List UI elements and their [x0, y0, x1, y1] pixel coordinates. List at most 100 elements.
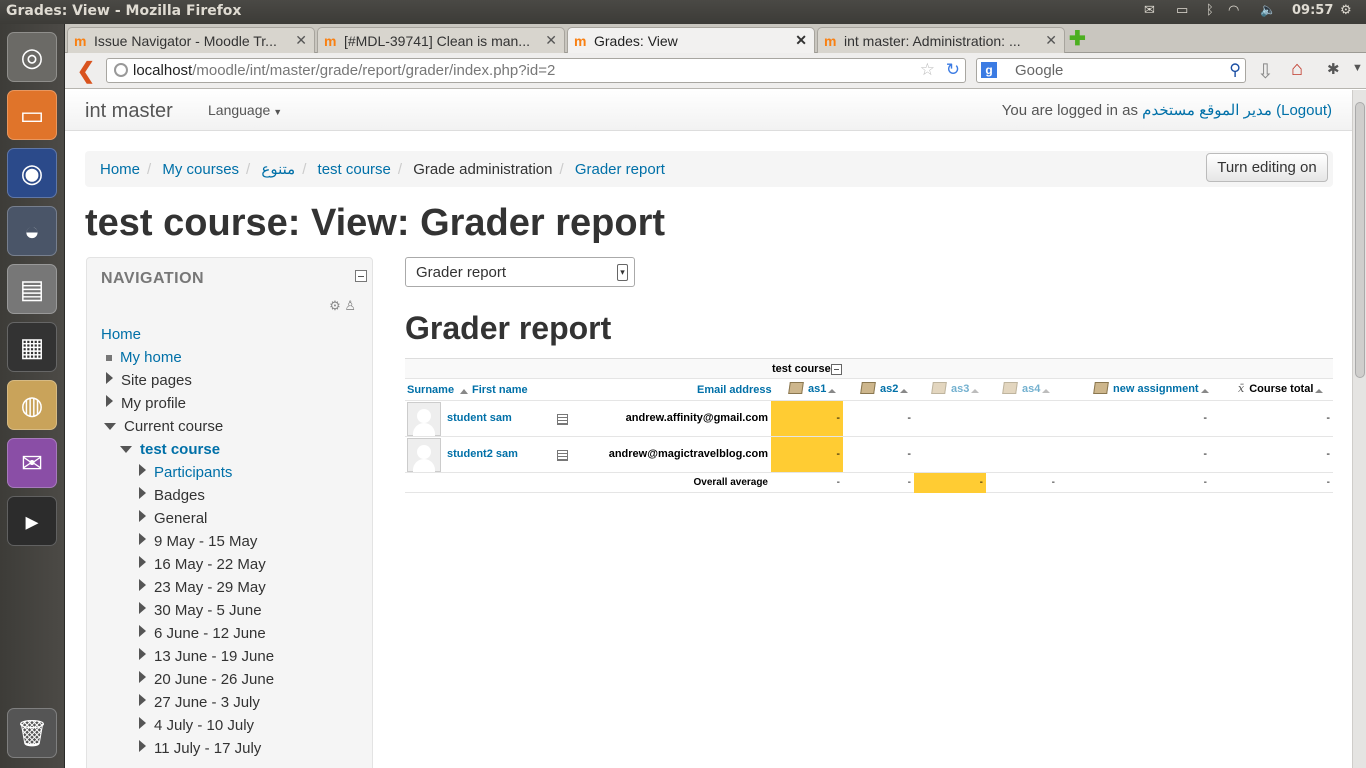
nav-section[interactable]: 4 July - 10 July [139, 717, 254, 734]
avatar[interactable] [407, 402, 441, 436]
firstname-header[interactable]: First name [472, 384, 528, 396]
nav-participants[interactable]: Participants [139, 464, 232, 481]
course-total-header[interactable]: x̄ Course total [1238, 382, 1324, 395]
nav-section[interactable]: 11 July - 17 July [139, 740, 261, 757]
battery-icon[interactable]: ▭ [1176, 3, 1188, 18]
back-icon[interactable]: ❮ [73, 58, 99, 84]
address-bar[interactable]: localhost/moodle/int/master/grade/report… [106, 58, 966, 83]
nav-section[interactable]: 6 June - 12 June [139, 625, 266, 642]
drive-icon[interactable]: ▤ [7, 264, 57, 314]
reload-icon[interactable]: ↻ [946, 60, 960, 80]
nav-section[interactable]: 9 May - 15 May [139, 533, 257, 550]
collapse-category-icon[interactable] [831, 364, 842, 375]
avatar[interactable] [407, 438, 441, 472]
volume-icon[interactable]: 🔈 [1260, 3, 1276, 18]
as3-header[interactable]: as3 [931, 382, 980, 395]
tab-issue-navigator[interactable]: m Issue Navigator - Moodle Tr... ✕ [67, 27, 315, 53]
home-icon[interactable]: ⌂ [1291, 58, 1303, 81]
firefox-icon[interactable]: ◉ [7, 148, 57, 198]
course-total-cell[interactable]: - [1210, 401, 1333, 436]
grade-cell[interactable]: - [771, 437, 843, 472]
chrome-icon[interactable]: ◍ [7, 380, 57, 430]
student-name[interactable]: student2 sam [447, 448, 518, 460]
new-tab-icon[interactable]: ✚ [1069, 29, 1091, 49]
surname-header[interactable]: Surname [407, 384, 469, 396]
nav-badges[interactable]: Badges [139, 487, 205, 504]
nav-section[interactable]: 13 June - 19 June [139, 648, 274, 665]
nav-section[interactable]: 20 June - 26 June [139, 671, 274, 688]
breadcrumb-course[interactable]: test course [318, 161, 391, 178]
workspace-icon[interactable]: ▦ [7, 322, 57, 372]
ubuntu-dash-icon[interactable]: ◎ [7, 32, 57, 82]
student-name[interactable]: student sam [447, 412, 512, 424]
dock-icon[interactable]: ♙ [344, 298, 356, 313]
tab-admin[interactable]: m int master: Administration: ... ✕ [817, 27, 1065, 53]
site-brand[interactable]: int master [85, 100, 173, 123]
grade-cell[interactable] [914, 401, 986, 436]
pidgin-icon[interactable]: ✉ [7, 438, 57, 488]
language-menu[interactable]: Language ▼ [208, 102, 282, 118]
close-tab-icon[interactable]: ✕ [295, 32, 307, 49]
nav-my-profile[interactable]: My profile [106, 395, 186, 412]
nav-section[interactable]: 27 June - 3 July [139, 694, 260, 711]
logout-link[interactable]: (Logout) [1276, 102, 1332, 119]
power-icon[interactable]: ⚙ [1340, 3, 1352, 18]
close-tab-icon[interactable]: ✕ [545, 32, 557, 49]
gear-icon[interactable]: ⚙ [329, 298, 341, 313]
nav-home[interactable]: Home [101, 326, 141, 343]
grade-cell[interactable]: - [771, 401, 843, 436]
grade-cell[interactable] [986, 437, 1058, 472]
disk-usage-icon[interactable]: ◒ [7, 206, 57, 256]
bluetooth-icon[interactable]: ᛒ [1206, 3, 1214, 18]
menu-chevron-icon[interactable]: ▼ [1352, 62, 1363, 74]
clock[interactable]: 09:57 [1292, 3, 1333, 18]
tab-mdl-39741[interactable]: m [#MDL-39741] Clean is man... ✕ [317, 27, 565, 53]
page-scrollbar[interactable] [1352, 90, 1366, 768]
report-select[interactable]: Grader report ▾ [405, 257, 635, 287]
turn-editing-on-button[interactable]: Turn editing on [1206, 153, 1328, 182]
files-icon[interactable]: ▭ [7, 90, 57, 140]
nav-my-home[interactable]: My home [120, 349, 182, 366]
nav-section[interactable]: General [139, 510, 207, 527]
terminal-icon[interactable]: ▸ [7, 496, 57, 546]
bookmark-star-icon[interactable]: ☆ [920, 60, 935, 80]
trash-icon[interactable]: 🗑 [7, 708, 57, 758]
grade-cell[interactable]: - [843, 437, 914, 472]
tab-grades-view[interactable]: m Grades: View ✕ [567, 27, 815, 54]
user-report-icon[interactable] [557, 450, 568, 461]
as4-header[interactable]: as4 [1002, 382, 1051, 395]
wifi-icon[interactable]: ◠ [1228, 3, 1239, 18]
mail-icon[interactable]: ✉ [1144, 3, 1155, 18]
downloads-icon[interactable]: ⇩ [1257, 59, 1274, 84]
as2-header[interactable]: as2 [860, 382, 909, 395]
breadcrumb-grader-report[interactable]: Grader report [575, 161, 665, 178]
new-assignment-header[interactable]: new assignment [1093, 382, 1209, 395]
grade-cell[interactable] [986, 401, 1058, 436]
as1-header[interactable]: as1 [788, 382, 837, 395]
nav-current-course[interactable]: Current course [104, 418, 223, 435]
nav-section[interactable]: 30 May - 5 June [139, 602, 262, 619]
course-total-cell[interactable]: - [1210, 437, 1333, 472]
grade-cell[interactable]: - [1058, 401, 1210, 436]
search-icon[interactable]: ⚲ [1229, 60, 1241, 80]
grade-cell[interactable]: - [1058, 437, 1210, 472]
breadcrumb-category[interactable]: متنوع [261, 161, 295, 178]
addon-icon[interactable]: ✱ [1327, 60, 1340, 78]
close-tab-icon[interactable]: ✕ [795, 32, 807, 49]
search-field[interactable]: g Google ⚲ [976, 58, 1246, 83]
user-report-icon[interactable] [557, 414, 568, 425]
grade-cell[interactable]: - [843, 401, 914, 436]
email-header[interactable]: Email address [697, 384, 772, 396]
scrollbar-thumb[interactable] [1355, 102, 1365, 378]
nav-section[interactable]: 16 May - 22 May [139, 556, 266, 573]
nav-section[interactable]: 23 May - 29 May [139, 579, 266, 596]
user-profile-link[interactable]: مدير الموقع مستخدم [1142, 102, 1272, 119]
nav-site-pages[interactable]: Site pages [106, 372, 192, 389]
expand-icon [139, 671, 146, 683]
collapse-block-icon[interactable] [355, 270, 367, 282]
breadcrumb-home[interactable]: Home [100, 161, 140, 178]
close-tab-icon[interactable]: ✕ [1045, 32, 1057, 49]
breadcrumb-my-courses[interactable]: My courses [162, 161, 239, 178]
nav-test-course[interactable]: test course [120, 441, 220, 458]
grade-cell[interactable] [914, 437, 986, 472]
